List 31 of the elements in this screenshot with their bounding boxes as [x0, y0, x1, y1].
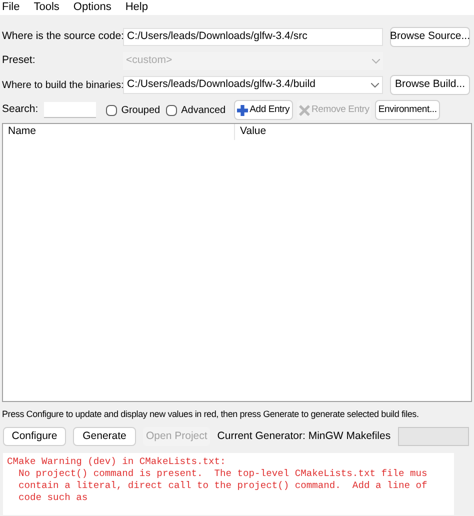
preset-label: Preset:	[2, 53, 36, 68]
hint-text: Press Configure to update and display new values in red, then press Generate to generate selected build files.	[2, 408, 419, 421]
environment-button[interactable]: Environment...	[375, 100, 440, 120]
chevron-down-icon	[371, 82, 379, 88]
search-field[interactable]	[44, 102, 96, 118]
chevron-down-icon	[372, 58, 380, 64]
checkbox[interactable]: Advanced	[166, 102, 226, 118]
generator-label: Current Generator: MinGW Makefiles	[217, 428, 391, 444]
build-label: Where to build the binaries:	[2, 78, 123, 92]
menu-item[interactable]: Options	[73, 0, 112, 16]
column-header[interactable]: Value	[235, 124, 471, 140]
action-button[interactable]: Generate	[73, 427, 136, 446]
cross-icon	[298, 104, 310, 116]
log-line: contain a literal, direct call to the project() command. Add a line of	[18, 480, 428, 492]
search-label: Search:	[2, 102, 38, 118]
button[interactable]: Browse Build...	[390, 75, 470, 95]
action-button[interactable]: Configure	[3, 427, 66, 446]
column-header[interactable]: Name	[3, 124, 235, 140]
source-label: Where is the source code:	[2, 29, 123, 44]
menu-item[interactable]: File	[2, 0, 20, 16]
log-line: CMake Warning (dev) in CMakeLists.txt:	[7, 456, 227, 468]
plus-icon	[236, 104, 248, 116]
add-entry-button[interactable]: Add Entry	[234, 100, 293, 120]
source-path-field[interactable]: C:/Users/leads/Downloads/glfw-3.4/src	[123, 28, 383, 46]
button[interactable]: Browse Source...	[390, 27, 470, 47]
checkbox[interactable]: Grouped	[106, 102, 160, 118]
log-line: code such as	[18, 492, 89, 504]
menu-item[interactable]: Tools	[34, 0, 60, 16]
log-line: No project() command is present. The top-level CMakeLists.txt file mus	[18, 468, 428, 480]
menu-item[interactable]: Help	[125, 0, 148, 16]
build-path-dropdown[interactable]: C:/Users/leads/Downloads/glfw-3.4/build	[123, 76, 383, 94]
